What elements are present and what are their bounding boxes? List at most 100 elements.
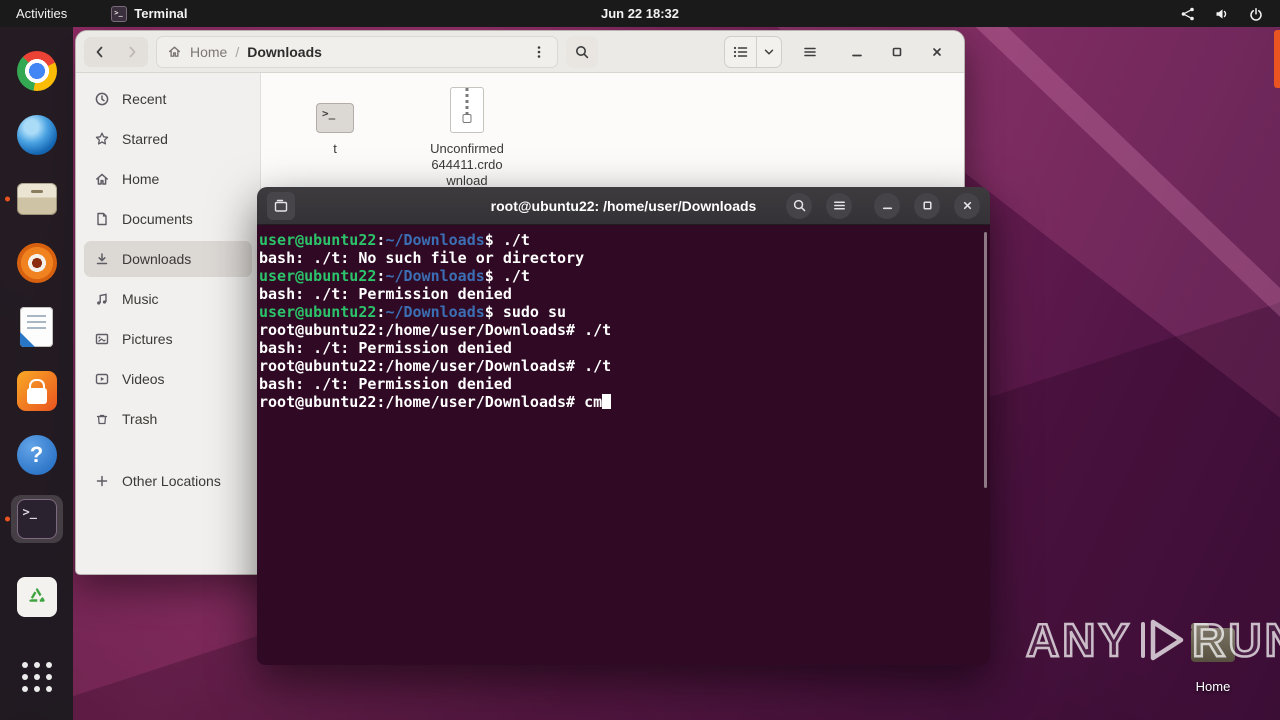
- terminal-line: root@ubuntu22:/home/user/Downloads# cm: [259, 393, 982, 411]
- breadcrumb-home[interactable]: Home: [190, 44, 227, 60]
- terminal-line: bash: ./t: No such file or directory: [259, 249, 982, 267]
- sidebar-item-starred[interactable]: Starred: [84, 121, 252, 157]
- dock: ? >_: [0, 27, 73, 720]
- sidebar-item-other-locations[interactable]: Other Locations: [84, 463, 252, 499]
- terminal-text-segment: bash: ./t: Permission denied: [259, 285, 512, 303]
- path-menu-button[interactable]: [531, 44, 547, 60]
- terminal-text-segment: user@ubuntu22: [259, 231, 377, 249]
- list-view-button[interactable]: [725, 36, 757, 67]
- minimize-button[interactable]: [844, 39, 870, 65]
- view-toggle: [724, 35, 782, 68]
- files-icon: [16, 183, 57, 215]
- ubuntu-software-icon: [16, 371, 57, 411]
- terminal-line: user@ubuntu22:~/Downloads$ ./t: [259, 231, 982, 249]
- terminal-text-segment: $ ./t: [484, 231, 530, 249]
- terminal-text-segment: root@ubuntu22:/home/user/Downloads# cm: [259, 393, 603, 411]
- focused-app-indicator[interactable]: >_ Terminal: [111, 5, 188, 22]
- dock-item-files[interactable]: [4, 175, 63, 223]
- terminal-minimize-button[interactable]: [874, 192, 900, 219]
- terminal-text-segment: $ sudo su: [484, 303, 567, 321]
- sidebar-item-music[interactable]: Music: [84, 281, 252, 317]
- chevron-left-icon: [96, 46, 103, 57]
- dock-item-trash[interactable]: [11, 573, 63, 621]
- dock-item-rhythmbox[interactable]: [11, 239, 63, 287]
- terminal-text-segment: ~/Downloads: [385, 231, 485, 249]
- network-tree-icon: [1181, 7, 1194, 20]
- file-item-crdownload[interactable]: Unconfirmed 644411.crdownload: [421, 85, 513, 189]
- play-icon: [1141, 619, 1184, 661]
- terminal-text-segment: user@ubuntu22: [259, 303, 377, 321]
- recent-icon: [94, 91, 110, 107]
- trash-icon: [94, 411, 110, 427]
- help-icon: ?: [16, 435, 57, 475]
- running-indicator: [4, 516, 10, 522]
- plus-icon: [94, 473, 110, 489]
- window-controls: [838, 39, 956, 65]
- picture-icon: [94, 331, 110, 347]
- sidebar-item-recent[interactable]: Recent: [84, 81, 252, 117]
- sidebar-item-pictures[interactable]: Pictures: [84, 321, 252, 357]
- sidebar-item-downloads[interactable]: Downloads: [84, 241, 252, 277]
- view-options-dropdown[interactable]: [757, 37, 781, 67]
- terminal-headerbar[interactable]: root@ubuntu22: /home/user/Downloads: [257, 187, 990, 225]
- maximize-icon: [892, 47, 902, 56]
- hamburger-menu-icon: [804, 47, 816, 56]
- sidebar-item-trash[interactable]: Trash: [84, 401, 252, 437]
- terminal-search-button[interactable]: [786, 192, 812, 219]
- files-sidebar: Recent Starred Home Documents Downloads …: [76, 73, 261, 574]
- file-item-t[interactable]: >_ t: [289, 85, 381, 157]
- dock-item-libreoffice-writer[interactable]: [11, 303, 63, 351]
- search-button[interactable]: [566, 35, 598, 68]
- headerbar-right: [724, 35, 956, 68]
- terminal-line: bash: ./t: Permission denied: [259, 285, 982, 303]
- terminal-menu-button[interactable]: [826, 192, 852, 219]
- terminal-output[interactable]: user@ubuntu22:~/Downloads$ ./t bash: ./t:…: [257, 225, 990, 665]
- files-menu-button[interactable]: [794, 37, 826, 67]
- terminal-text-segment: ~/Downloads: [385, 267, 485, 285]
- star-icon: [94, 131, 110, 147]
- terminal-window: root@ubuntu22: /home/user/Downloads user…: [257, 187, 990, 665]
- dock-item-app-grid[interactable]: [11, 653, 63, 701]
- terminal-icon: >_: [16, 499, 57, 539]
- clock[interactable]: Jun 22 18:32: [601, 6, 679, 21]
- close-icon: [933, 47, 941, 56]
- watermark-text-run: RUN: [1191, 613, 1280, 668]
- volume-icon: [1216, 8, 1227, 19]
- close-button[interactable]: [924, 39, 950, 65]
- activities-button[interactable]: Activities: [0, 0, 83, 27]
- dock-item-ubuntu-software[interactable]: [11, 367, 63, 415]
- focused-app-name: Terminal: [134, 6, 188, 21]
- system-status-area[interactable]: [1180, 0, 1280, 27]
- sidebar-item-home[interactable]: Home: [84, 161, 252, 197]
- forward-button[interactable]: [116, 37, 148, 67]
- minimize-icon: [852, 54, 862, 56]
- maximize-button[interactable]: [884, 39, 910, 65]
- terminal-scrollbar[interactable]: [984, 232, 987, 488]
- minimize-icon: [882, 207, 892, 210]
- sidebar-item-documents[interactable]: Documents: [84, 201, 252, 237]
- dock-item-thunderbird[interactable]: [11, 111, 63, 159]
- terminal-text-segment: bash: ./t: No such file or directory: [259, 249, 585, 267]
- terminal-maximize-button[interactable]: [914, 192, 940, 219]
- desktop: Home ANY RUN Home / Downloads: [0, 0, 1280, 720]
- app-grid-icon: [21, 662, 52, 692]
- dock-item-help[interactable]: ?: [11, 431, 63, 479]
- desktop-home-label[interactable]: Home: [1185, 679, 1241, 694]
- terminal-close-button[interactable]: [954, 192, 980, 219]
- search-icon: [793, 199, 805, 212]
- terminal-line: user@ubuntu22:~/Downloads$ ./t: [259, 267, 982, 285]
- path-bar[interactable]: Home / Downloads: [156, 35, 558, 68]
- trash-icon: [16, 577, 57, 617]
- terminal-cursor: [602, 394, 612, 409]
- breadcrumb-current[interactable]: Downloads: [247, 44, 322, 60]
- sidebar-item-videos[interactable]: Videos: [84, 361, 252, 397]
- close-icon: [963, 201, 971, 210]
- back-button[interactable]: [84, 37, 116, 67]
- dock-item-terminal[interactable]: >_: [4, 495, 63, 543]
- partial-download-file-icon: [450, 87, 484, 133]
- dock-item-chrome[interactable]: [11, 47, 63, 95]
- new-tab-button[interactable]: [267, 191, 295, 220]
- terminal-line: root@ubuntu22:/home/user/Downloads# ./t: [259, 357, 982, 375]
- thunderbird-icon: [16, 115, 57, 155]
- terminal-icon: >_: [111, 5, 128, 22]
